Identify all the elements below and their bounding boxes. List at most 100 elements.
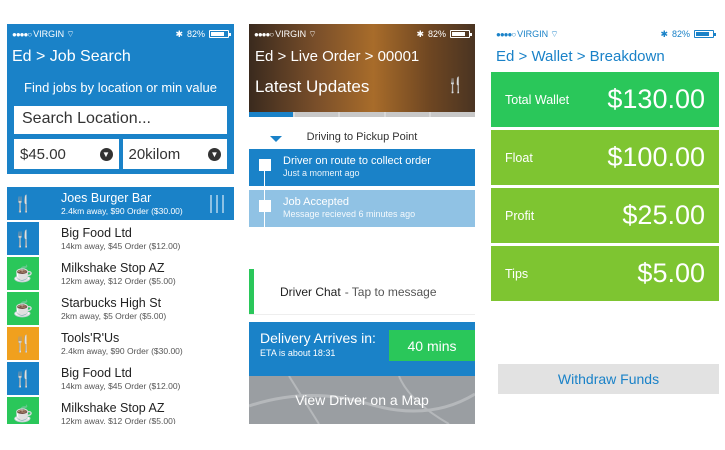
update-time: Message recieved 6 minutes ago: [283, 209, 416, 219]
drag-handle-icon[interactable]: [210, 194, 224, 213]
wallet-row-total: Total Wallet $130.00: [491, 72, 719, 127]
wallet-row-label: Tips: [505, 266, 529, 281]
job-name: Big Food Ltd: [61, 225, 132, 240]
fork-knife-icon: 🍴: [7, 187, 39, 220]
eta-minutes-badge: 40 mins: [389, 330, 475, 361]
battery-percent: 82%: [671, 29, 690, 39]
wallet-row-amount: $25.00: [622, 200, 705, 230]
update-title: Driver on route to collect order: [283, 155, 431, 167]
job-list-item[interactable]: 🍴 Big Food Ltd 14km away, $45 Order ($12.…: [7, 362, 234, 395]
wallet-row-label: Total Wallet: [505, 92, 570, 107]
order-progress-bar: [249, 112, 475, 117]
job-name: Starbucks High St: [61, 295, 162, 310]
withdraw-funds-button[interactable]: Withdraw Funds: [498, 364, 719, 394]
wallet-row-amount: $5.00: [637, 258, 705, 288]
job-name: Milkshake Stop AZ: [61, 400, 165, 415]
job-search-header: ●●●●○ VIRGIN ⌔ ✱ 82% Ed > Job Search Find j…: [7, 24, 234, 174]
job-list-item[interactable]: 🍴 Big Food Ltd 14km away, $45 Order ($12.…: [7, 222, 234, 255]
map-button-label: View Driver on a Map: [295, 392, 429, 408]
cup-icon: ☕: [7, 292, 39, 325]
breadcrumb[interactable]: Ed > Wallet > Breakdown: [491, 44, 719, 68]
chat-label: Driver Chat: [280, 284, 341, 299]
battery-icon: [209, 30, 231, 38]
wifi-icon: ⌔: [550, 28, 559, 39]
update-item[interactable]: Job Accepted Message recieved 6 minutes a…: [249, 190, 475, 227]
battery-icon: [450, 30, 472, 38]
search-input[interactable]: Search Location...: [14, 106, 227, 134]
cup-icon: ☕: [7, 257, 39, 290]
search-hint: Find jobs by location or min value: [24, 80, 217, 95]
carrier-name: VIRGIN: [517, 29, 549, 39]
bluetooth-icon: ✱: [416, 28, 424, 39]
wallet-row-tips: Tips $5.00: [491, 246, 719, 301]
job-meta: 2km away, $5 Order ($5.00): [61, 310, 167, 321]
driver-chat-button[interactable]: Driver Chat - Tap to message: [249, 269, 475, 314]
chevron-down-icon: ▼: [99, 147, 113, 161]
distance-text: 20kilom: [128, 145, 181, 163]
job-meta: 2.4km away, $90 Order ($30.00): [61, 345, 183, 356]
update-item[interactable]: Driver on route to collect order Just a m…: [249, 149, 475, 186]
wifi-icon: ⌔: [308, 28, 317, 39]
job-meta: 2.4km away, $90 Order ($30.00): [61, 205, 183, 216]
wallet-row-amount: $100.00: [607, 142, 705, 172]
update-time: Just a moment ago: [283, 168, 360, 178]
job-search-screen: ●●●●○ VIRGIN ⌔ ✱ 82% Ed > Job Search Find j…: [7, 24, 234, 424]
view-map-button[interactable]: View Driver on a Map: [249, 376, 475, 424]
wallet-row-label: Float: [505, 150, 533, 165]
distance-select[interactable]: 20kilom ▼: [122, 139, 227, 169]
fork-knife-icon: 🍴: [446, 77, 465, 94]
updates-list: Driver on route to collect order Just a m…: [249, 149, 475, 231]
timeline-node-icon: [259, 200, 271, 212]
carrier-name: VIRGIN: [275, 29, 307, 39]
live-order-header: ●●●●○ VIRGIN ⌔ ✱ 82% Ed > Live Order > 0000…: [249, 24, 475, 112]
battery-icon: [694, 30, 716, 38]
job-meta: 14km away, $45 Order ($12.00): [61, 240, 181, 251]
order-stage: Driving to Pickup Point: [306, 131, 418, 143]
min-value-text: $45.00: [20, 145, 66, 163]
carrier-name: VIRGIN: [33, 29, 65, 39]
fork-knife-icon: 🍴: [7, 222, 39, 255]
fork-knife-icon: 🍴: [7, 362, 39, 395]
job-name: Joes Burger Bar: [61, 190, 152, 205]
job-name: Tools'R'Us: [61, 330, 120, 345]
status-bar: ●●●●○ VIRGIN ⌔ ✱ 82%: [491, 24, 719, 44]
job-list-item[interactable]: ☕ Milkshake Stop AZ 12km away, $12 Order …: [7, 257, 234, 290]
job-meta: 12km away, $12 Order ($5.00): [61, 275, 176, 286]
wallet-row-profit: Profit $25.00: [491, 188, 719, 243]
delivery-eta-panel: Delivery Arrives in: ETA is about 18:31 …: [249, 322, 475, 376]
breadcrumb[interactable]: Ed > Live Order > 00001: [249, 44, 475, 68]
signal-icon: ●●●●○: [496, 29, 516, 39]
wallet-breakdown: Total Wallet $130.00 Float $100.00 Profit $…: [491, 72, 719, 301]
job-list: 🍴 Joes Burger Bar 2.4km away, $90 Order (…: [7, 187, 234, 424]
job-name: Milkshake Stop AZ: [61, 260, 165, 275]
status-bar: ●●●●○ VIRGIN ⌔ ✱ 82%: [249, 24, 475, 44]
wifi-icon: ⌔: [66, 28, 75, 39]
breadcrumb[interactable]: Ed > Job Search: [7, 44, 234, 68]
cup-icon: ☕: [7, 397, 39, 424]
signal-icon: ●●●●○: [254, 29, 274, 39]
job-list-item[interactable]: ☕ Starbucks High St 2km away, $5 Order ($…: [7, 292, 234, 325]
chat-hint: - Tap to message: [344, 284, 437, 299]
bluetooth-icon: ✱: [175, 28, 183, 39]
job-list-item[interactable]: ☕ Milkshake Stop AZ 12km away, $12 Order …: [7, 397, 234, 424]
fork-knife-icon: 🍴: [7, 327, 39, 360]
battery-percent: 82%: [186, 29, 205, 39]
live-order-screen: ●●●●○ VIRGIN ⌔ ✱ 82% Ed > Live Order > 0000…: [249, 24, 475, 424]
page-title: Latest Updates: [255, 77, 370, 96]
timeline-line: [264, 167, 265, 227]
progress-pointer-icon: [270, 136, 282, 142]
signal-icon: ●●●●○: [12, 29, 32, 39]
job-meta: 12km away, $12 Order ($5.00): [61, 415, 176, 425]
wallet-row-label: Profit: [505, 208, 535, 223]
job-meta: 14km away, $45 Order ($12.00): [61, 380, 181, 391]
battery-percent: 82%: [427, 29, 446, 39]
bluetooth-icon: ✱: [660, 28, 668, 39]
job-name: Big Food Ltd: [61, 365, 132, 380]
min-value-select[interactable]: $45.00 ▼: [14, 139, 119, 169]
update-title: Job Accepted: [283, 196, 350, 208]
job-list-item[interactable]: 🍴 Joes Burger Bar 2.4km away, $90 Order (…: [7, 187, 234, 220]
status-bar: ●●●●○ VIRGIN ⌔ ✱ 82%: [7, 24, 234, 44]
job-list-item[interactable]: 🍴 Tools'R'Us 2.4km away, $90 Order ($30.0…: [7, 327, 234, 360]
timeline-node-icon: [259, 159, 271, 171]
chevron-down-icon: ▼: [208, 147, 221, 161]
